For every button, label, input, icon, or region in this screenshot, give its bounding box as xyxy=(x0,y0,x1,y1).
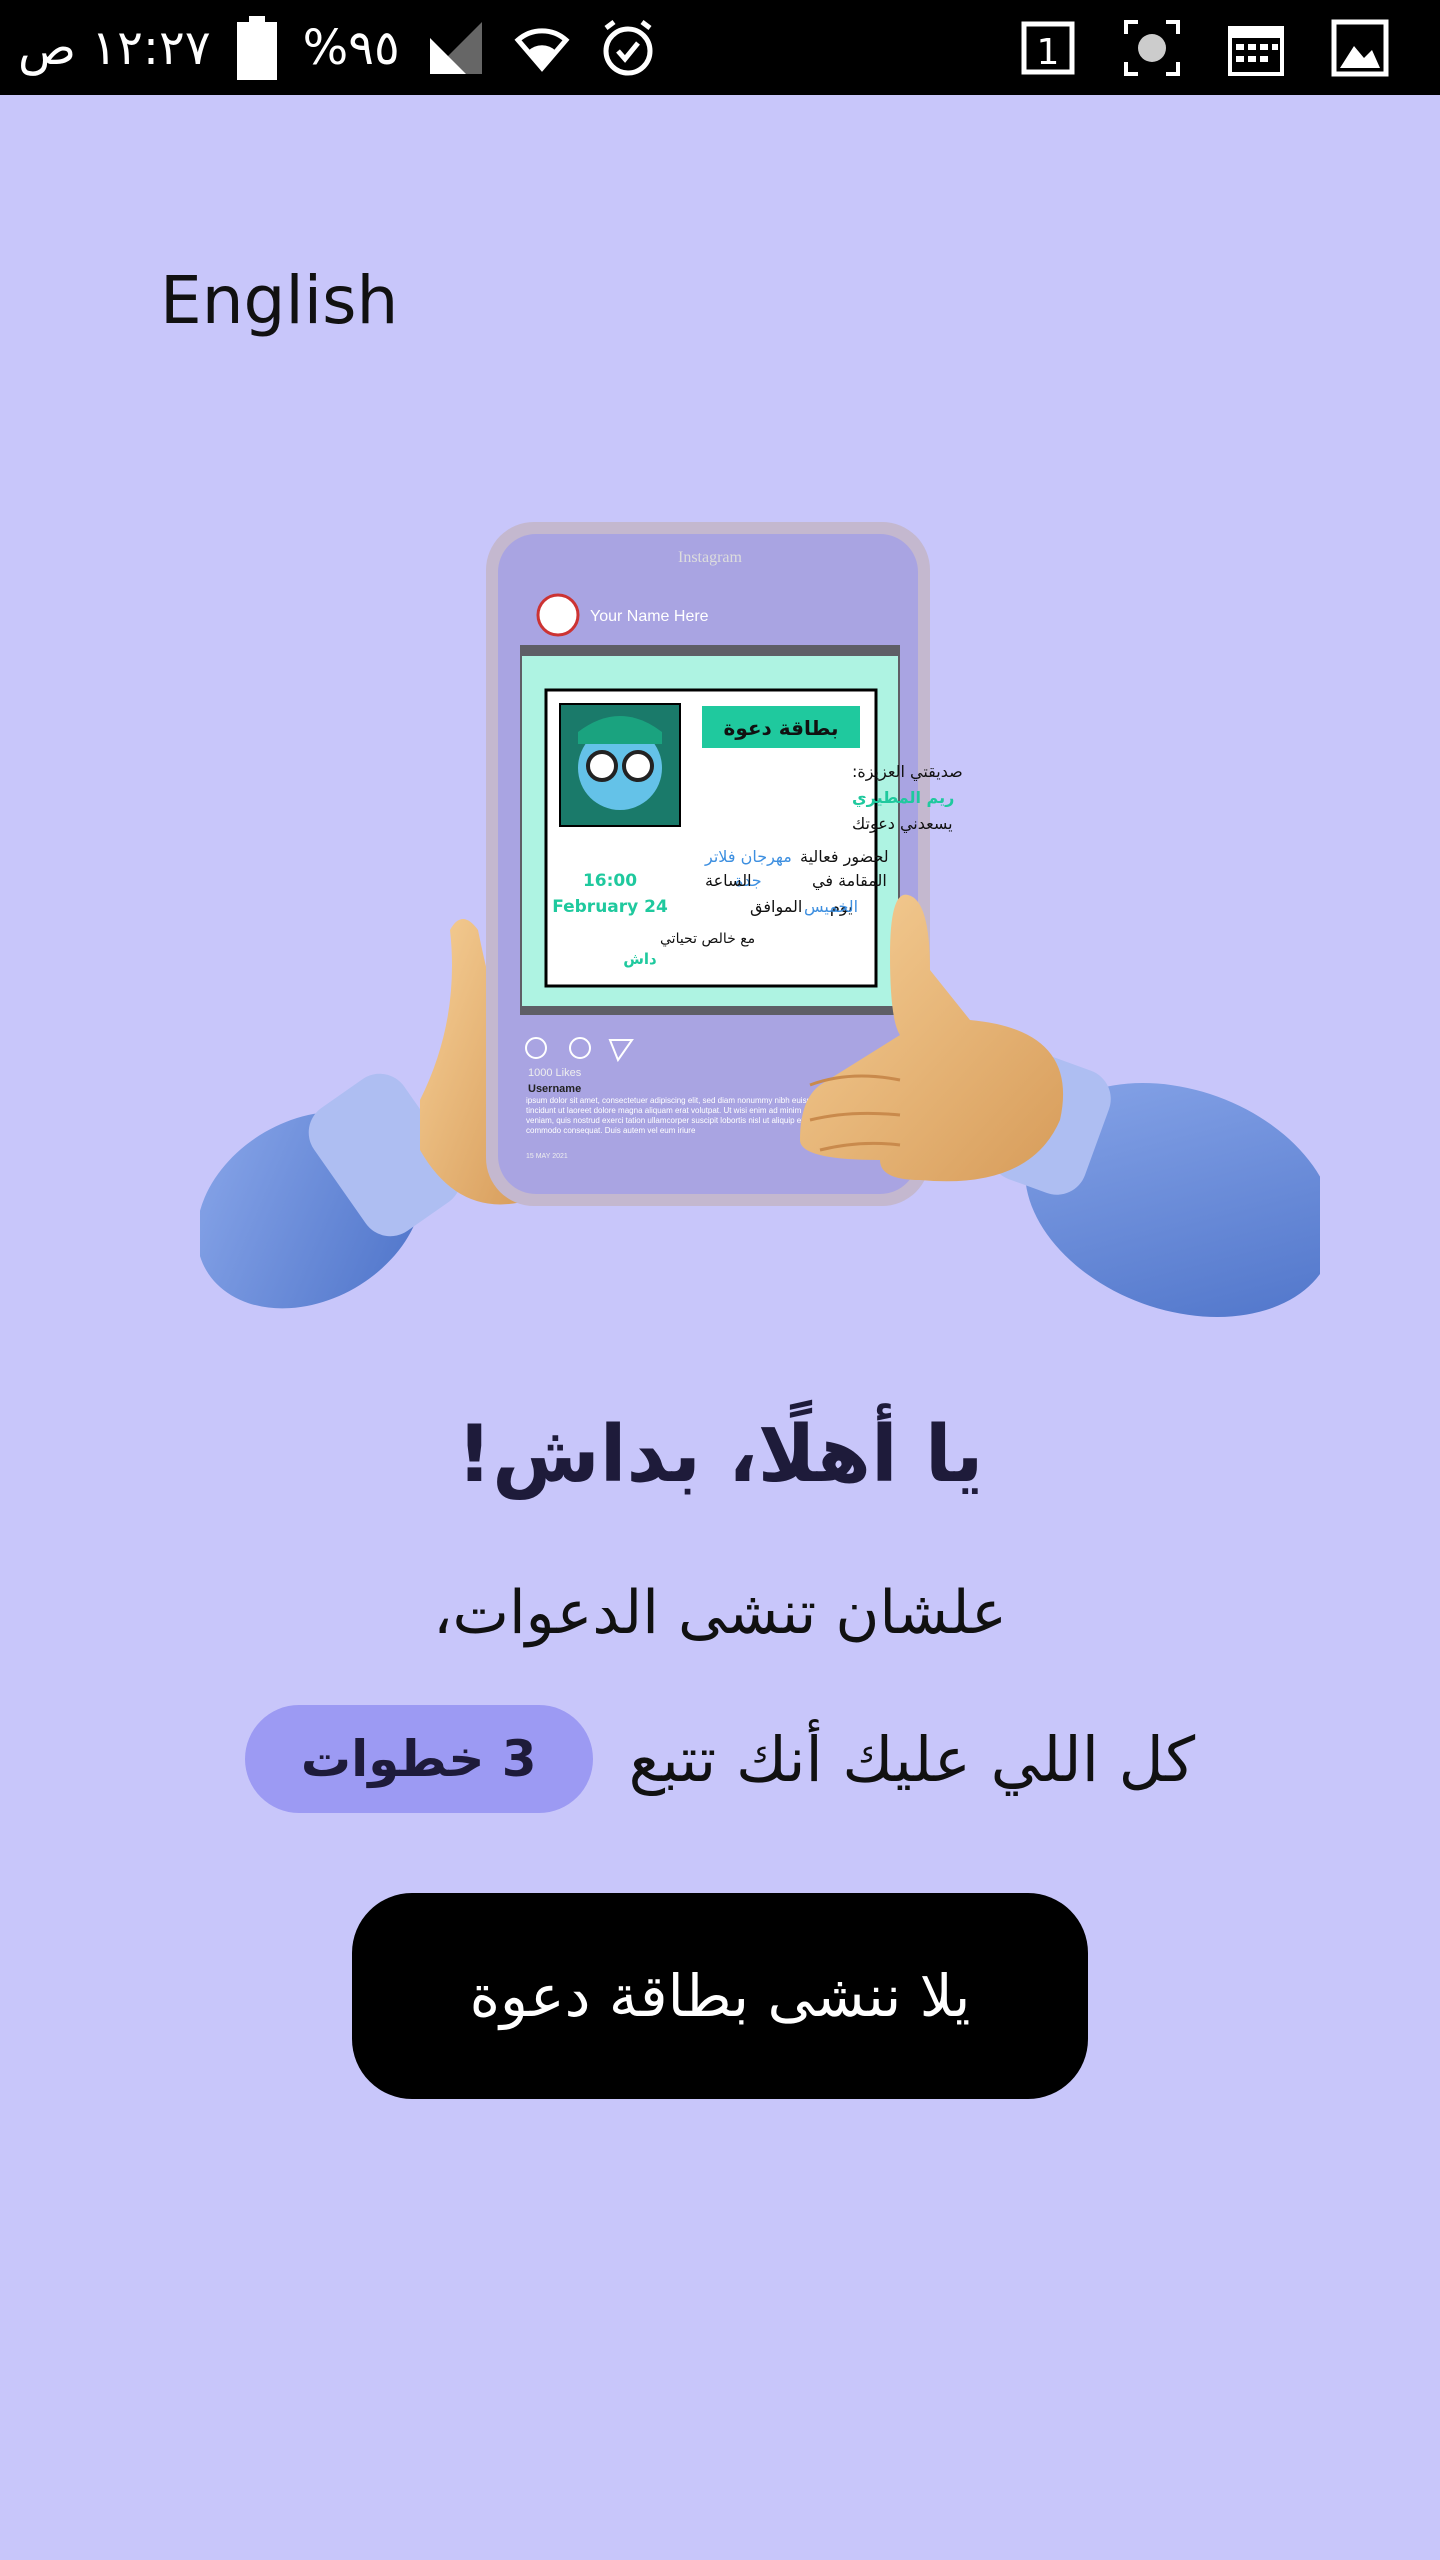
clock: ١٢:٢٧ ص xyxy=(18,19,211,76)
card-signature: داش xyxy=(623,950,657,968)
hero-illustration: Instagram Your Name Here بطاقة دعوة صديق… xyxy=(200,522,1320,1317)
app-name: Instagram xyxy=(678,549,743,566)
post-username: Username xyxy=(528,1083,581,1095)
create-invitation-button[interactable]: يلا ننشى بطاقة دعوة xyxy=(352,1893,1088,2099)
alarm-icon xyxy=(598,18,658,78)
steps-row: كل اللي عليك أنك تتبع 3 خطوات xyxy=(0,1705,1440,1813)
calendar-icon xyxy=(1226,18,1286,78)
gallery-icon xyxy=(1330,18,1390,78)
card-title: بطاقة دعوة xyxy=(724,716,839,740)
battery-icon xyxy=(236,15,277,80)
svg-text:1: 1 xyxy=(1037,32,1060,73)
card-name: ريم المطيري xyxy=(852,788,954,808)
status-bar-right: 1 xyxy=(1018,0,1390,95)
welcome-title: يا أهلًا، بداش! xyxy=(456,1410,984,1500)
steps-badge: 3 خطوات xyxy=(244,1705,593,1813)
status-bar-left: ١٢:٢٧ ص %٩٥ xyxy=(18,0,658,95)
card-line-pleased: يسعدني دعوتك xyxy=(852,814,953,834)
card-event: مهرجان فلاتر xyxy=(704,847,792,867)
card-line-date-prefix: الموافق xyxy=(750,897,802,917)
status-bar: ١٢:٢٧ ص %٩٥ 1 xyxy=(0,0,1440,95)
card-line-time-prefix: الساعة xyxy=(705,871,752,890)
screenshot-icon xyxy=(1122,18,1182,78)
card-line-place-prefix: المقامة في xyxy=(812,871,887,891)
steps-text: كل اللي عليك أنك تتبع xyxy=(628,1722,1196,1796)
intro-subtitle: علشان تنشى الدعوات، xyxy=(433,1578,1007,1648)
post-caption: ipsum dolor sit amet, consectetuer adipi… xyxy=(526,1096,823,1135)
battery-level: %٩٥ xyxy=(302,19,400,76)
profile-name: Your Name Here xyxy=(590,608,709,625)
card-day: الخميس xyxy=(804,897,858,917)
language-toggle[interactable]: English xyxy=(160,262,398,339)
card-line-event-prefix: لحضور فعالية xyxy=(800,847,889,867)
sim-1-icon: 1 xyxy=(1018,18,1078,78)
card-time: 16:00 xyxy=(583,871,637,891)
likes-count: 1000 Likes xyxy=(528,1067,582,1079)
post-date: 15 MAY 2021 xyxy=(526,1153,568,1160)
card-date: February 24 xyxy=(552,897,668,917)
card-regards: مع خالص تحياتي xyxy=(660,931,755,947)
signal-icon xyxy=(426,18,486,78)
left-hand-icon xyxy=(200,919,530,1309)
wifi-icon xyxy=(512,18,572,78)
card-greeting: صديقتي العزيزة: xyxy=(852,762,963,782)
